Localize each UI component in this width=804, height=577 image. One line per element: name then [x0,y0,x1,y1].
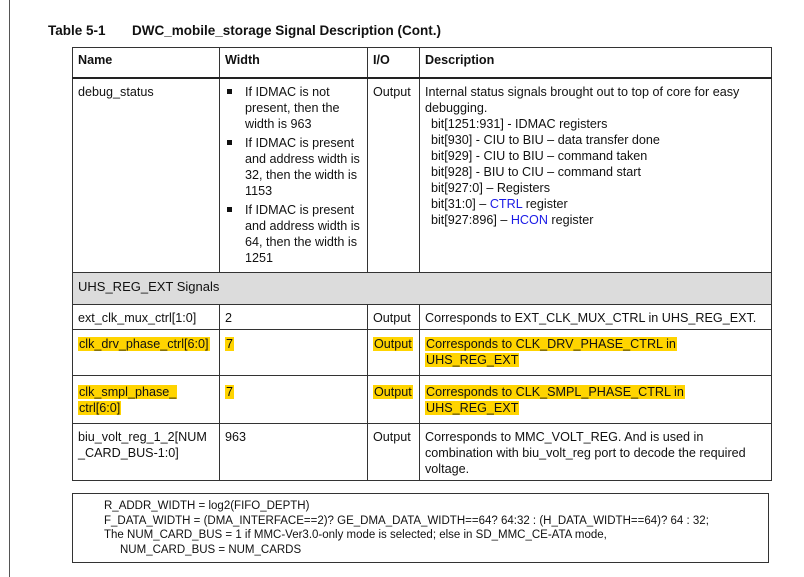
signal-description: Corresponds to CLK_SMPL_PHASE_CTRL in UHS… [419,375,772,424]
signal-width: If IDMAC is not present, then the width … [219,77,368,273]
width-bullet: If IDMAC is not present, then the width … [225,84,363,132]
bit-line: bit[1251:931] - IDMAC registers [431,117,608,131]
signal-name-text: ctrl[6:0] [78,401,122,415]
width-bullet: If IDMAC is present and address width is… [225,135,363,199]
header-name: Name [72,47,220,79]
signal-description: Internal status signals brought out to t… [419,77,772,273]
table-row: ext_clk_mux_ctrl[1:0] 2 Output Correspon… [72,304,772,330]
signal-io: Output [367,375,420,424]
bit-line-hcon: bit[927:896] – HCON register [431,212,767,228]
table-row: clk_smpl_phase_ ctrl[6:0] 7 Output Corres… [72,375,772,424]
signal-table: Name Width I/O Description debug_status … [72,47,772,481]
bit-line-text: register [522,197,568,211]
bit-list: bit[1251:931] - IDMAC registers bit[930]… [425,116,767,228]
signal-name: clk_smpl_phase_ ctrl[6:0] [72,375,220,424]
signal-name-text: _CARD_BUS-1:0] [78,446,179,460]
signal-name: clk_drv_phase_ctrl[6:0] [72,329,220,376]
signal-name-text: clk_smpl_phase_ [78,385,178,399]
table-row: debug_status If IDMAC is not present, th… [72,77,772,273]
note-line: The NUM_CARD_BUS = 1 if MMC-Ver3.0-only … [104,529,607,541]
section-title: UHS_REG_EXT Signals [72,272,772,305]
signal-desc-text: Corresponds to CLK_SMPL_PHASE_CTRL in [425,385,685,399]
table-row: biu_volt_reg_1_2[NUM _CARD_BUS-1:0] 963 O… [72,423,772,481]
signal-width: 963 [219,423,368,481]
note-line: F_DATA_WIDTH = (DMA_INTERFACE==2)? GE_DM… [104,514,709,527]
notes-box: R_ADDR_WIDTH = log2(FIFO_DEPTH) F_DATA_W… [72,493,769,563]
header-row: Name Width I/O Description [72,47,772,79]
bit-line-text: bit[31:0] – [431,197,490,211]
header-description: Description [419,47,772,79]
table-number: Table 5-1 [48,23,106,38]
signal-name-text: biu_volt_reg_1_2[NUM [78,430,207,444]
signal-io-text: Output [373,337,413,351]
signal-io: Output [367,77,420,273]
table-title: DWC_mobile_storage Signal Description (C… [132,23,442,38]
signal-io-text: Output [373,385,413,399]
table-row: clk_drv_phase_ctrl[6:0] 7 Output Corresp… [72,329,772,376]
header-io: I/O [367,47,420,79]
signal-width-text: 7 [225,385,235,399]
signal-desc-text: Corresponds to CLK_DRV_PHASE_CTRL in [425,337,677,351]
bit-line: bit[927:0] – Registers [431,181,551,195]
signal-io: Output [367,329,420,376]
signal-io: Output [367,423,420,481]
signal-io: Output [367,304,420,330]
bit-line-text: bit[927:896] – [431,213,511,227]
page-edge-line [9,0,10,577]
signal-desc-text: UHS_REG_EXT [425,401,520,415]
bit-line-text: register [547,213,594,227]
signal-width: 7 [219,329,368,376]
signal-name: debug_status [72,77,220,273]
note-line: R_ADDR_WIDTH = log2(FIFO_DEPTH) [104,500,310,512]
bit-line: bit[930] - CIU to BIU – data transfer do… [431,133,660,147]
signal-description: Corresponds to CLK_DRV_PHASE_CTRL in UHS_… [419,329,772,376]
signal-width: 7 [219,375,368,424]
bit-line: bit[928] - BIU to CIU – command start [431,165,641,179]
signal-width: 2 [219,304,368,330]
signal-description: Corresponds to EXT_CLK_MUX_CTRL in UHS_R… [419,304,772,330]
signal-name: biu_volt_reg_1_2[NUM _CARD_BUS-1:0] [72,423,220,481]
signal-name: ext_clk_mux_ctrl[1:0] [72,304,220,330]
bit-line: bit[929] - CIU to BIU – command taken [431,149,648,163]
note-line: NUM_CARD_BUS = NUM_CARDS [120,543,302,556]
width-bullet: If IDMAC is present and address width is… [225,202,363,266]
table-caption: Table 5-1 DWC_mobile_storage Signal Descr… [48,23,441,38]
signal-desc-text: UHS_REG_EXT [425,353,520,367]
width-bullet-list: If IDMAC is not present, then the width … [225,84,363,266]
signal-name-text: clk_drv_phase_ctrl[6:0] [78,337,210,351]
hcon-link[interactable]: HCON [511,213,548,227]
bit-line-ctrl: bit[31:0] – CTRL register [431,196,767,212]
signal-description: Corresponds to MMC_VOLT_REG. And is used… [419,423,772,481]
signal-width-text: 7 [225,337,235,351]
description-intro: Internal status signals brought out to t… [425,85,740,115]
header-width: Width [219,47,368,79]
section-row: UHS_REG_EXT Signals [72,272,772,305]
ctrl-link[interactable]: CTRL [490,197,522,211]
